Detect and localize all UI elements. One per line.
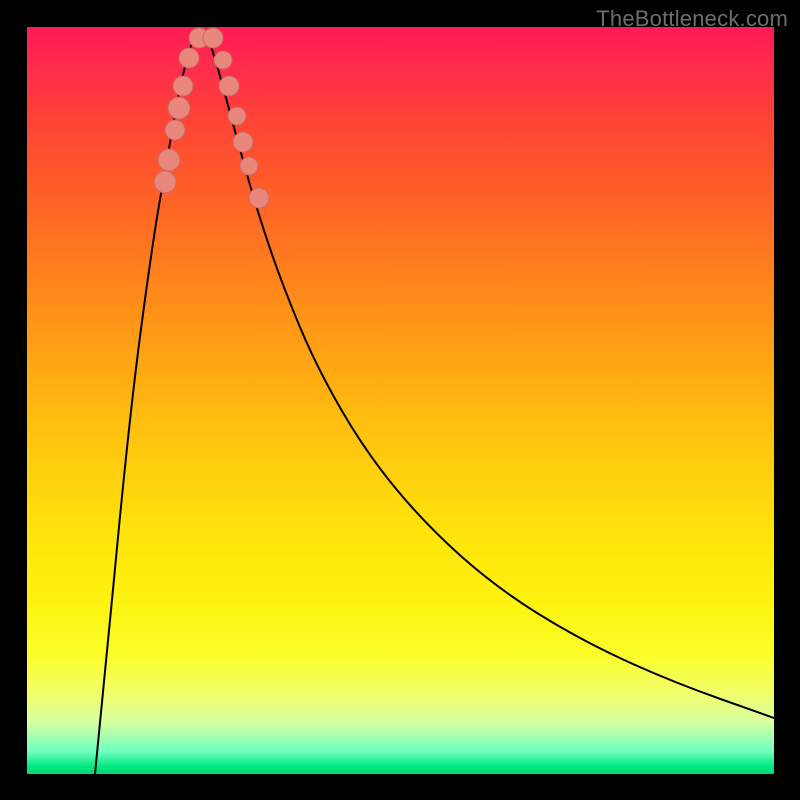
data-marker bbox=[219, 76, 239, 96]
curve-left-branch bbox=[95, 34, 195, 774]
data-marker bbox=[203, 28, 223, 48]
watermark-text: TheBottleneck.com bbox=[596, 6, 788, 32]
data-marker bbox=[249, 188, 269, 208]
data-marker bbox=[168, 97, 190, 119]
data-marker bbox=[154, 171, 176, 193]
curve-right-branch bbox=[207, 34, 774, 718]
bottleneck-curve bbox=[95, 34, 774, 774]
data-marker bbox=[233, 132, 253, 152]
data-marker bbox=[158, 149, 180, 171]
chart-frame: TheBottleneck.com bbox=[0, 0, 800, 800]
data-marker bbox=[179, 48, 199, 68]
chart-plot-area bbox=[27, 27, 774, 774]
data-marker bbox=[240, 157, 258, 175]
data-marker bbox=[214, 51, 232, 69]
chart-svg bbox=[27, 27, 774, 774]
data-marker bbox=[173, 76, 193, 96]
data-marker bbox=[228, 107, 246, 125]
data-marker bbox=[165, 120, 185, 140]
data-markers bbox=[154, 28, 269, 208]
